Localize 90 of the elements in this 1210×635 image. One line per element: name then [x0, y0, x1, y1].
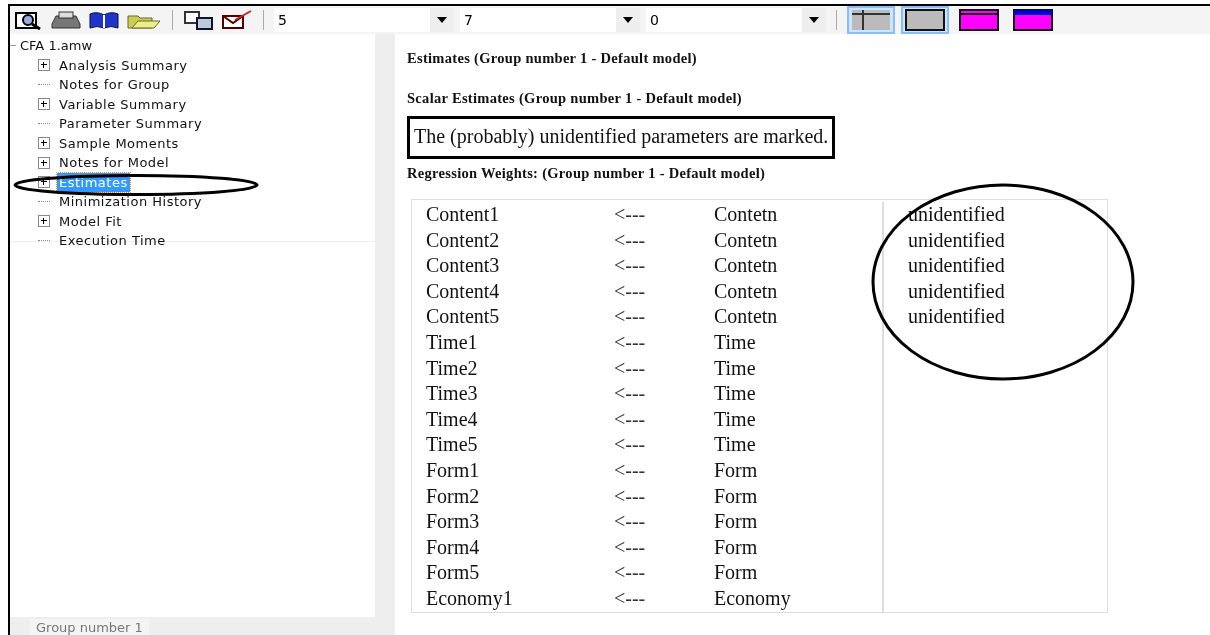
table-cell-text: Form1	[425, 457, 481, 483]
caret-icon	[623, 17, 633, 23]
table-cell: Time	[714, 406, 884, 433]
expand-icon[interactable]	[38, 137, 50, 150]
style-button[interactable]	[847, 6, 895, 34]
table-cell: Time	[714, 329, 884, 356]
table-cell-text: <---	[614, 329, 647, 355]
table-cell-text: Time4	[425, 406, 479, 432]
section-heading: Regression Weights: (Group number 1 - Default model)	[407, 165, 767, 183]
tree-item[interactable]: Notes for Model	[57, 153, 172, 173]
table-cell: Form	[714, 509, 884, 535]
table-cell-text: <---	[614, 483, 647, 509]
expand-icon[interactable]	[38, 176, 50, 189]
tree-item[interactable]: Minimization History	[57, 192, 205, 212]
table-cell: unidentified	[908, 305, 1005, 328]
book-icon[interactable]	[88, 10, 120, 30]
tree-item[interactable]: Analysis Summary	[57, 55, 190, 75]
table-cell: Time	[714, 355, 884, 382]
tree-item[interactable]: Sample Moments	[57, 133, 181, 153]
section-heading: Estimates (Group number 1 - Default model)	[407, 50, 698, 68]
table-style-icon	[905, 9, 945, 31]
table-cell-text: Form5	[425, 560, 481, 586]
table-cell-text: <---	[614, 560, 647, 586]
table-cell: unidentified	[908, 203, 1005, 225]
table-cell-text: <---	[614, 202, 647, 227]
table-cell: unidentified	[908, 279, 1005, 302]
section-heading: Scalar Estimates (Group number 1 - Default model)	[407, 90, 743, 108]
table-cell-text: <---	[614, 585, 647, 611]
table-cell-text: Time1	[425, 329, 479, 355]
dropdown-field[interactable]: 0	[646, 8, 826, 32]
table-cell-text: <---	[614, 253, 647, 279]
table-style-icon	[959, 9, 999, 31]
table-cell-text: Content1	[425, 202, 501, 227]
table-cell-text: Economy1	[425, 585, 514, 612]
table-cell: Contetn	[714, 278, 884, 305]
group-tab[interactable]: Group number 1	[30, 619, 149, 635]
table-cell: Form	[714, 534, 884, 561]
table-cell: Contetn	[714, 253, 884, 279]
table-cell: Contetn	[714, 227, 884, 254]
tree-item[interactable]: Variable Summary	[57, 94, 189, 114]
table-cell: Economy	[714, 585, 884, 612]
table-cell-text: <---	[614, 406, 647, 432]
table-cell-text: <---	[614, 509, 647, 535]
table-cell-text: Time2	[425, 355, 479, 381]
envelope-check-icon[interactable]	[221, 10, 253, 30]
dropdown-field[interactable]: 7	[460, 8, 640, 32]
table-cell-text: <---	[614, 457, 647, 483]
caret-icon	[809, 17, 819, 23]
printer-icon[interactable]	[50, 10, 82, 30]
table-cell: unidentified	[908, 228, 1005, 251]
table-cell-text: Form3	[425, 509, 481, 535]
expand-icon[interactable]	[38, 156, 50, 169]
table-style-icon	[851, 9, 891, 31]
table-cell: Form	[714, 483, 884, 510]
table-cell-text: Content2	[425, 227, 501, 253]
tree-root[interactable]: CFA 1.amw	[20, 36, 93, 56]
dropdown-field[interactable]: 5	[274, 8, 454, 32]
table-cell-text: Form4	[425, 534, 481, 560]
table-cell-text: Content3	[425, 253, 501, 279]
table-cell: Contetn	[714, 304, 884, 330]
tree-item[interactable]: Notes for Group	[57, 75, 172, 95]
copy-icon[interactable]	[183, 10, 215, 30]
table-cell: Form	[714, 457, 884, 484]
table-cell-text: <---	[614, 355, 647, 381]
table-style-icon	[1013, 9, 1053, 31]
table-cell-text: <---	[614, 534, 647, 560]
notice-text: The (probably) unidentified parameters are marked.	[407, 116, 836, 159]
tree-item[interactable]: Execution Time	[57, 231, 168, 251]
table-cell-text: Form2	[425, 483, 481, 509]
table-cell-text: Time3	[425, 381, 479, 407]
table-cell-text: <---	[614, 278, 647, 304]
expand-icon[interactable]	[38, 59, 50, 72]
table-cell-text: <---	[614, 381, 647, 407]
table-cell-text: Content5	[425, 304, 501, 330]
style-button[interactable]	[901, 6, 949, 34]
table-cell-text: <---	[614, 432, 647, 458]
table-cell: Time	[714, 432, 884, 458]
table-cell-text: Time5	[425, 432, 479, 458]
caret-icon	[437, 17, 447, 23]
table-cell-text: <---	[614, 304, 647, 330]
table-cell-text: <---	[614, 227, 647, 253]
table-cell: unidentified	[908, 254, 1005, 277]
table-cell: Time	[714, 381, 884, 407]
table-cell: Form	[714, 560, 884, 586]
table-cell-text: Content4	[425, 278, 501, 304]
tree-item[interactable]: Model Fit	[57, 211, 124, 231]
expand-icon[interactable]	[38, 98, 50, 111]
table-cell: Contetn	[714, 202, 884, 228]
tree-item[interactable]: Parameter Summary	[57, 114, 205, 134]
expand-icon[interactable]	[38, 215, 50, 228]
